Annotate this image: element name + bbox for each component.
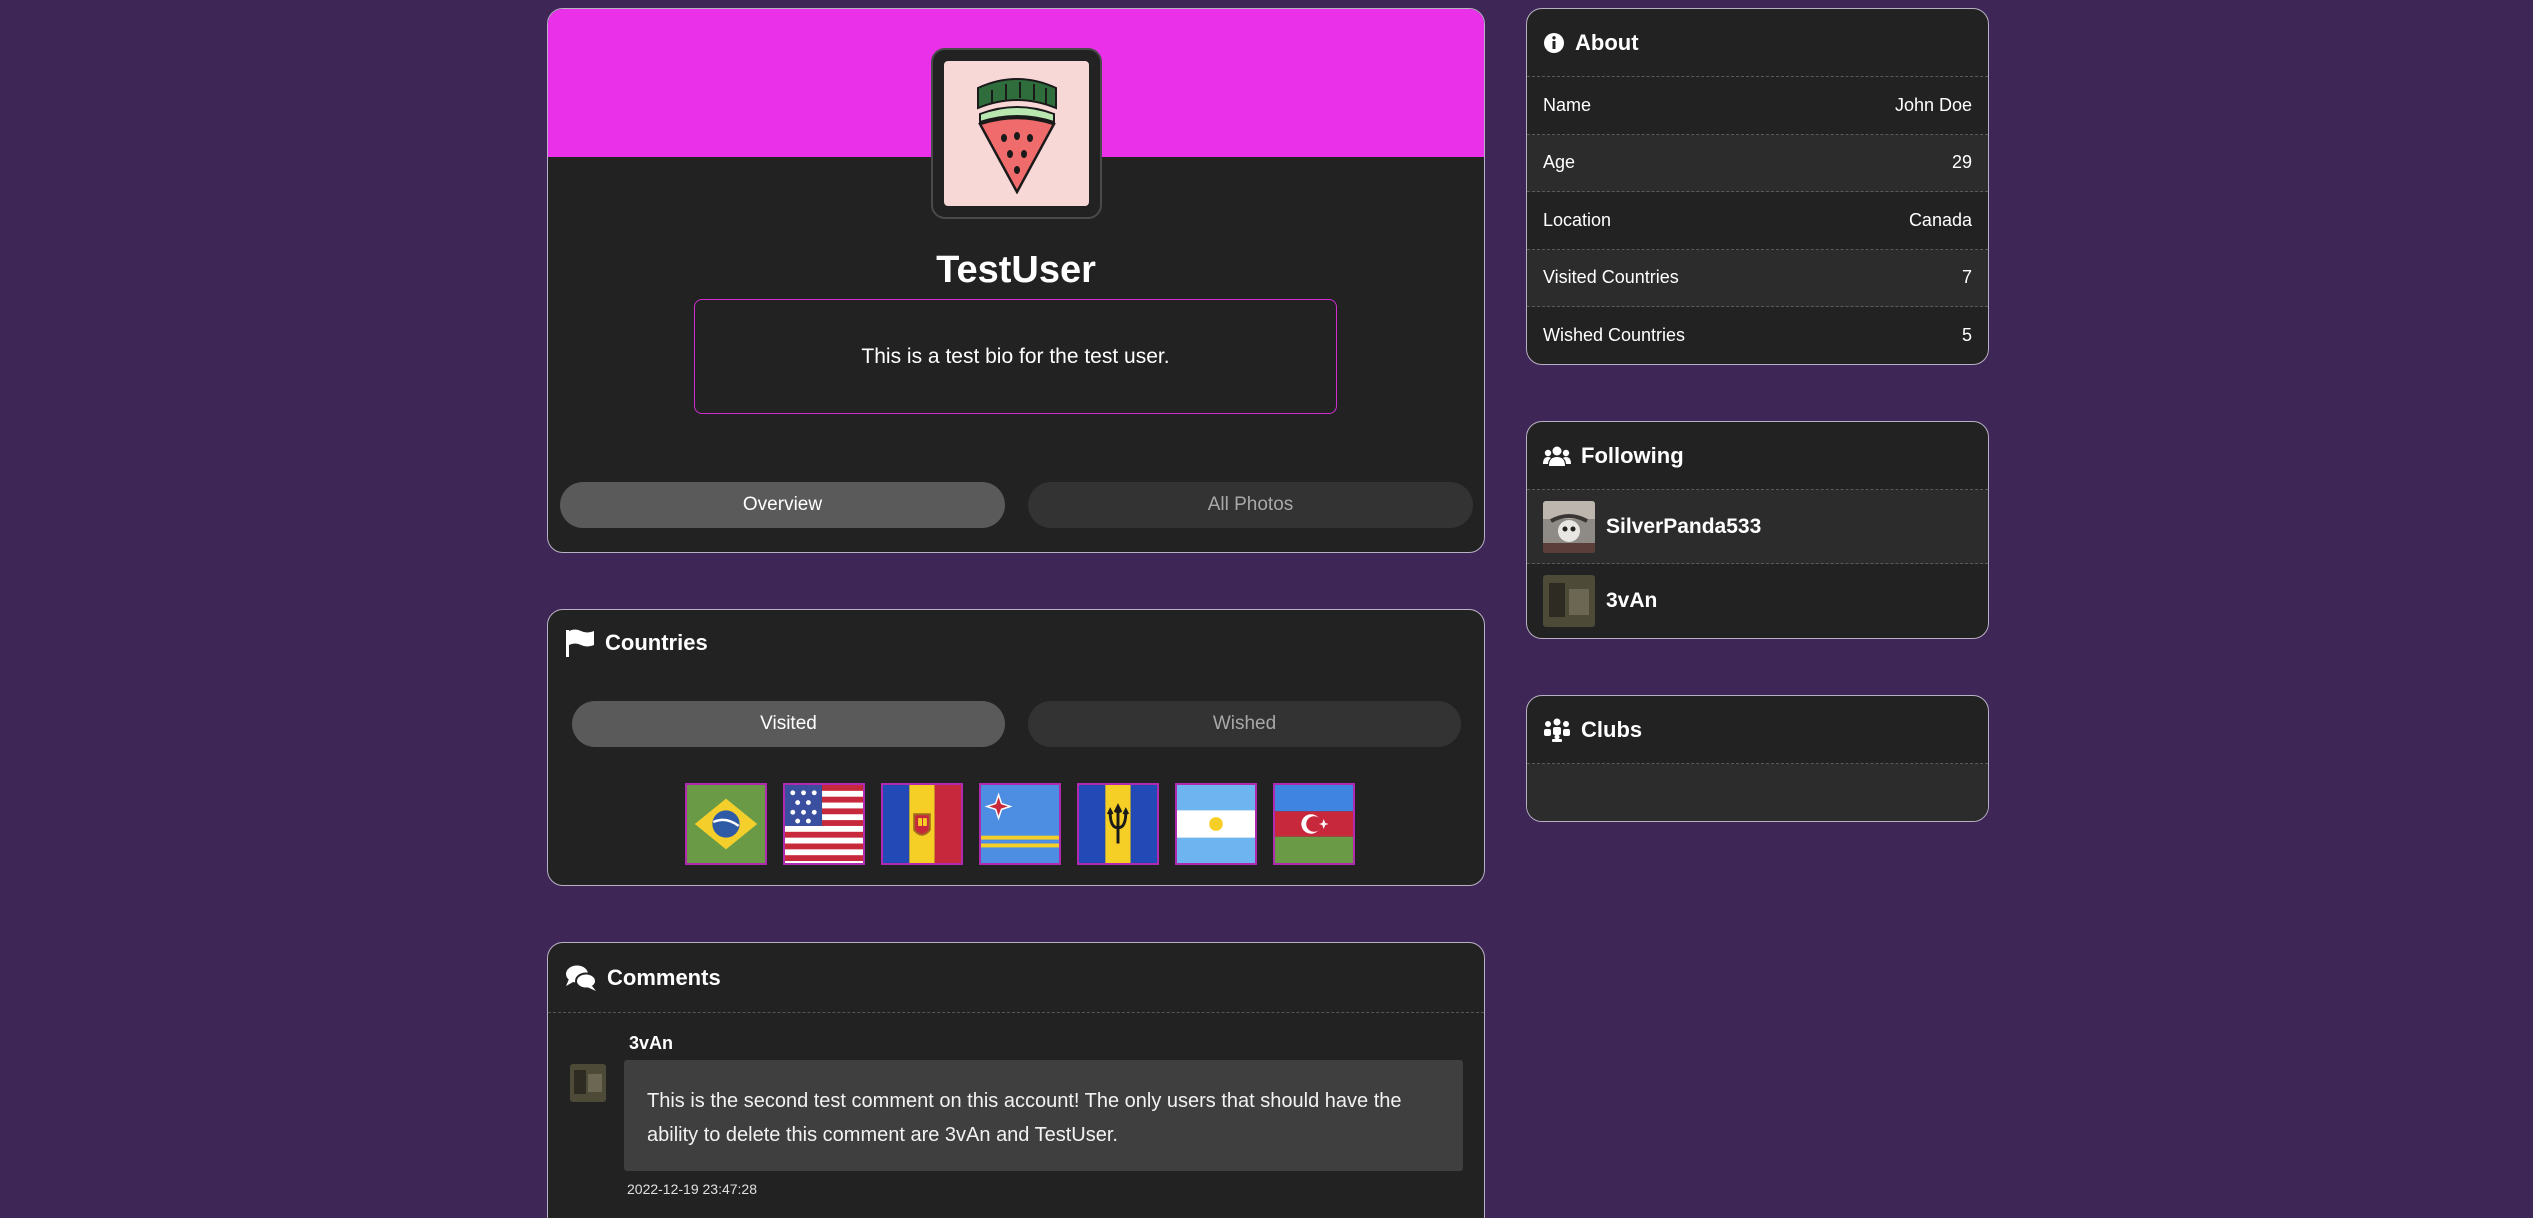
avatar [1543, 500, 1595, 553]
flag-aruba[interactable] [979, 783, 1061, 865]
flag-azerbaijan[interactable] [1273, 783, 1355, 865]
about-row-location: Location Canada [1527, 192, 1988, 250]
profile-bio: This is a test bio for the test user. [694, 299, 1337, 414]
following-username: SilverPanda533 [1606, 514, 1762, 538]
following-user-3van[interactable]: 3vAn [1527, 564, 1988, 638]
tab-overview[interactable]: Overview [560, 482, 1005, 528]
about-label: Age [1543, 152, 1576, 173]
comments-card: Comments 3vAn This is the second test co… [547, 942, 1485, 1218]
about-title: About [1575, 29, 1639, 55]
flag-argentina[interactable] [1175, 783, 1257, 865]
info-icon [1544, 32, 1564, 53]
about-value: Canada [1908, 209, 1972, 230]
following-username: 3vAn [1606, 589, 1658, 612]
tab-wished[interactable]: Wished [1028, 701, 1461, 747]
about-label: Wished Countries [1543, 325, 1686, 346]
profile-username: TestUser [936, 249, 1096, 291]
watermelon-icon [976, 77, 1057, 194]
clubs-list [1527, 764, 1988, 821]
flag-icon [566, 629, 594, 657]
comments-title: Comments [607, 964, 721, 990]
comment-avatar[interactable] [570, 1064, 606, 1102]
users-icon [1543, 446, 1571, 466]
about-row-wished-countries: Wished Countries 5 [1527, 307, 1988, 364]
flag-andorra[interactable] [881, 783, 963, 865]
about-value: John Doe [1894, 94, 1972, 115]
comments-icon [566, 965, 597, 991]
group-icon [1544, 718, 1570, 742]
about-value: 5 [1961, 325, 1972, 346]
countries-title: Countries [605, 630, 708, 655]
tab-all-photos[interactable]: All Photos [1028, 482, 1473, 528]
tab-visited[interactable]: Visited [572, 701, 1005, 747]
about-rows: Name John Doe Age 29 Location Canada Vis… [1527, 77, 1988, 364]
profile-card: TestUser This is a test bio for the test… [547, 8, 1485, 553]
about-row-age: Age 29 [1527, 134, 1988, 192]
about-label: Location [1543, 209, 1612, 230]
avatar [1543, 575, 1595, 627]
comment-timestamp: 2022-12-19 23:47:28 [627, 1181, 757, 1197]
following-card: Following SilverPanda533 3vAn [1526, 421, 1989, 639]
about-row-visited-countries: Visited Countries 7 [1527, 249, 1988, 307]
comment-author[interactable]: 3vAn [629, 1033, 673, 1054]
following-title: Following [1581, 442, 1684, 468]
clubs-card: Clubs [1526, 695, 1989, 822]
following-user-silverpanda533[interactable]: SilverPanda533 [1527, 490, 1988, 564]
flag-barbados[interactable] [1077, 783, 1159, 865]
flag-brazil[interactable] [685, 783, 767, 865]
about-row-name: Name John Doe [1527, 77, 1988, 135]
countries-card: Countries Visited Wished [547, 609, 1485, 886]
about-label: Name [1543, 94, 1592, 115]
about-label: Visited Countries [1543, 267, 1679, 288]
profile-avatar [931, 48, 1102, 219]
flag-united-states[interactable] [783, 783, 865, 865]
flag-list [685, 783, 1355, 865]
about-card: About Name John Doe Age 29 Location Cana… [1526, 8, 1989, 365]
comment-text: This is the second test comment on this … [624, 1060, 1463, 1171]
clubs-title: Clubs [1581, 716, 1643, 742]
about-value: 7 [1961, 267, 1972, 288]
about-value: 29 [1951, 152, 1972, 173]
